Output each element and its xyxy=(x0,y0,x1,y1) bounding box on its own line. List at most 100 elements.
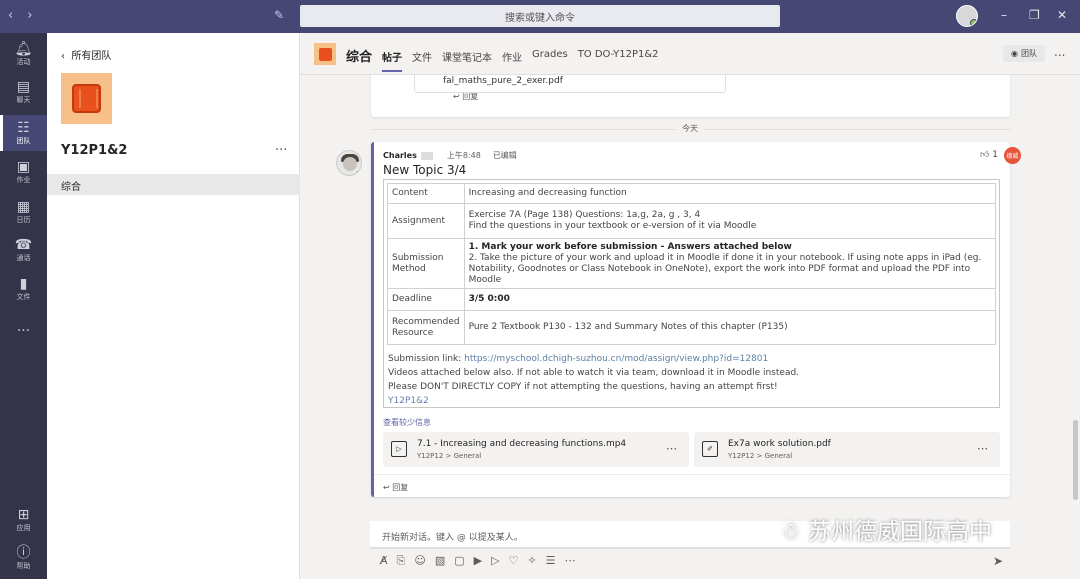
author-avatar[interactable] xyxy=(336,150,362,176)
all-teams-link[interactable]: ‹ 所有团队 xyxy=(61,47,111,62)
meet-icon[interactable]: ▶ xyxy=(474,554,482,568)
row-key: Recommended Resource xyxy=(387,310,465,345)
team-panel: ‹ 所有团队 Y12P1&2 ... 综合 xyxy=(47,33,300,579)
rail-help[interactable]: ⓘ 帮助 xyxy=(0,545,47,575)
compose-icon[interactable]: ✎ xyxy=(274,8,284,22)
tab-files[interactable]: 文件 xyxy=(412,49,432,72)
teams-icon: ☷ xyxy=(17,120,30,136)
wechat-icon: ☃ xyxy=(780,519,808,545)
tab-assignments[interactable]: 作业 xyxy=(502,49,522,72)
rail-files[interactable]: ▮ 文件 xyxy=(0,276,47,306)
see-less-link[interactable]: 查看较少信息 xyxy=(383,417,431,428)
reply-icon: ↩ xyxy=(383,483,393,492)
attachment-more-button[interactable]: ⋯ xyxy=(666,442,677,455)
more-icon[interactable]: ⋯ xyxy=(565,554,576,568)
submission-link[interactable]: https://myschool.dchigh-suzhou.cn/mod/as… xyxy=(464,354,768,364)
post-author[interactable]: Charles xyxy=(383,151,417,160)
reply-label: 回复 xyxy=(392,483,409,492)
presence-dot xyxy=(970,19,977,26)
attachment-video[interactable]: ▷ 7.1 - Increasing and decreasing functi… xyxy=(383,432,689,467)
reply-button[interactable]: ↩ 回复 xyxy=(373,474,1017,493)
close-icon[interactable]: ✕ xyxy=(1057,8,1067,22)
reply-icon: ↩ xyxy=(453,92,463,101)
attachment-name: Ex7a work solution.pdf xyxy=(728,439,831,449)
rail-more[interactable]: ... xyxy=(0,319,47,339)
bell-icon: 🔔︎ xyxy=(14,41,33,57)
attachment-path: Y12P12 > General xyxy=(728,452,793,460)
attach-icon[interactable]: ⎘ xyxy=(397,554,406,568)
chevron-right-icon[interactable]: › xyxy=(27,8,32,23)
format-icon[interactable]: A̸ xyxy=(380,554,388,568)
like-reaction[interactable]: 👍︎ 1 xyxy=(980,150,998,160)
minimize-icon[interactable]: – xyxy=(1001,8,1007,22)
tab-notebook[interactable]: 课堂笔记本 xyxy=(442,49,492,72)
rail-label: 帮助 xyxy=(16,562,31,570)
presence-dot xyxy=(355,169,361,175)
team-button-label: 团队 xyxy=(1020,49,1037,58)
value-line: 2. Take the picture of your work and upl… xyxy=(468,252,982,285)
value-line: Exercise 7A (Page 138) Questions: 1a,g, … xyxy=(468,210,701,220)
sticker-icon[interactable]: ▧ xyxy=(435,554,445,568)
tab-grades[interactable]: Grades xyxy=(532,49,568,72)
file-icon: ▮ xyxy=(19,276,28,292)
rail-calls[interactable]: ☎ 通话 xyxy=(0,237,47,267)
row-value: Increasing and decreasing function xyxy=(463,183,997,204)
reaction-avatar: 德威 xyxy=(1004,147,1021,164)
gif-icon[interactable]: ▢ xyxy=(454,554,464,568)
copy-warning: Please DON'T DIRECTLY COPY if not attemp… xyxy=(388,382,778,392)
team-button[interactable]: ◉ 团队 xyxy=(1003,45,1045,62)
row-key: Deadline xyxy=(387,288,465,311)
team-mention[interactable]: Y12P1&2 xyxy=(388,394,799,408)
forms-icon[interactable]: ☰ xyxy=(546,554,556,568)
prev-file-attachment[interactable]: fal_maths_pure_2_exer.pdf xyxy=(414,75,726,93)
post-time: 上午8:48 xyxy=(446,151,481,160)
rail-teams[interactable]: ☷ 团队 xyxy=(0,115,47,151)
more-icon: ... xyxy=(16,319,31,335)
rail-label: 通话 xyxy=(16,254,31,262)
watermark-logo: ☃ 苏州德威国际高中 xyxy=(780,512,992,546)
feed-scrollbar[interactable] xyxy=(1073,420,1078,500)
rail-apps[interactable]: ⊞ 应用 xyxy=(0,507,47,537)
maximize-icon[interactable]: ❐ xyxy=(1029,8,1040,22)
team-name: Y12P1&2 xyxy=(61,143,128,158)
message-post: Charles 上午8:48 已编辑 👍︎ 1 德威 New Topic 3/4 C… xyxy=(336,142,1021,497)
eye-icon: ◉ xyxy=(1011,49,1018,58)
attachment-pdf[interactable]: ✐ Ex7a work solution.pdf Y12P12 > Genera… xyxy=(694,432,1000,467)
thumbs-up-icon: 👍︎ xyxy=(980,150,993,160)
attachment-more-button[interactable]: ⋯ xyxy=(977,442,988,455)
value-line: Find the questions in your textbook or e… xyxy=(468,221,757,231)
post-body: Content Increasing and decreasing functi… xyxy=(383,179,1000,408)
rail-activity[interactable]: 🔔︎ 活动 xyxy=(0,41,47,71)
channel-title: 综合 xyxy=(346,50,373,65)
rail-label: 作业 xyxy=(16,176,31,184)
rail-label: 应用 xyxy=(16,524,31,532)
videos-note: Videos attached below also. If not able … xyxy=(388,368,800,378)
chevron-left-icon[interactable]: ‹ xyxy=(8,8,13,23)
search-input[interactable]: 搜索或键入命令 xyxy=(300,5,780,27)
stream-icon[interactable]: ▷ xyxy=(491,554,499,568)
tab-todo[interactable]: TO DO-Y12P1&2 xyxy=(578,49,659,72)
channel-header: 综合 帖子 文件 课堂笔记本 作业 Grades TO DO-Y12P1&2 ◉… xyxy=(300,33,1080,75)
submission-label: Submission link: xyxy=(388,354,465,364)
calendar-icon: ▦ xyxy=(16,199,31,215)
row-value: 1. Mark your work before submission - An… xyxy=(463,238,997,289)
channel-general[interactable]: 综合 xyxy=(47,174,300,195)
attachment-name: 7.1 - Increasing and decreasing function… xyxy=(417,439,627,449)
rail-chat[interactable]: ▤ 聊天 xyxy=(0,79,47,109)
like-count: 1 xyxy=(992,150,999,160)
rail-assignments[interactable]: ▣ 作业 xyxy=(0,159,47,189)
send-icon[interactable]: ➤ xyxy=(993,554,1003,568)
tab-posts[interactable]: 帖子 xyxy=(382,49,402,72)
header-more-button[interactable]: ... xyxy=(1054,45,1065,59)
table-row: Submission Method 1. Mark your work befo… xyxy=(387,238,997,289)
watermark-text: 苏州德威国际高中 xyxy=(807,519,992,545)
team-more-button[interactable]: ... xyxy=(275,139,287,154)
praise-icon[interactable]: ♡ xyxy=(509,554,519,568)
emoji-icon[interactable]: ☺ xyxy=(414,554,425,568)
profile-avatar[interactable] xyxy=(956,5,978,27)
assignment-icon: ▣ xyxy=(16,159,31,175)
row-value: 3/5 0:00 xyxy=(463,288,997,311)
rail-calendar[interactable]: ▦ 日历 xyxy=(0,199,47,229)
row-key: Content xyxy=(387,183,465,204)
lightbulb-icon[interactable]: ✧ xyxy=(527,554,536,568)
